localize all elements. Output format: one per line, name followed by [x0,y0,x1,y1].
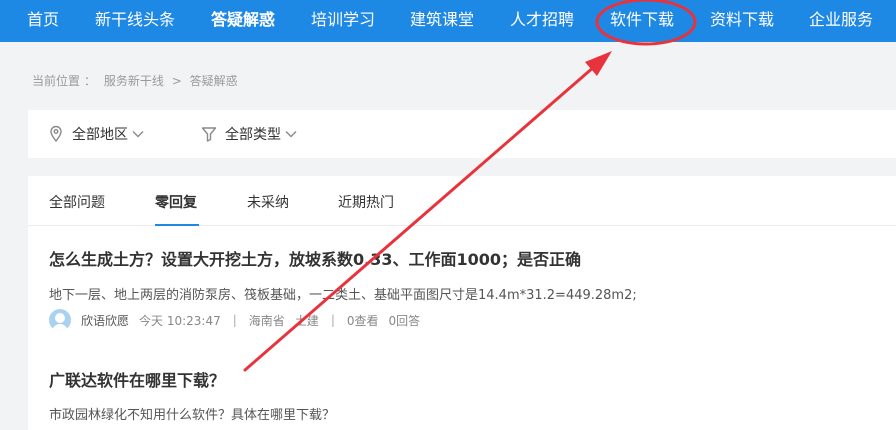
nav-item-jobs[interactable]: 人才招聘 [510,0,574,42]
question-description: 市政园林绿化不知用什么软件？具体在哪里下载？ [49,408,336,423]
region-filter-label: 全部地区 [72,127,128,143]
breadcrumb: 当前位置： 服务新干线 > 答疑解惑 [32,72,242,89]
meta-divider: | [232,313,237,327]
region-filter-dropdown[interactable]: 全部地区 [48,110,152,158]
question-time: 今天 10:23:47 [139,313,221,328]
nav-item-training[interactable]: 培训学习 [311,0,375,42]
question-region: 海南省 [248,313,285,328]
breadcrumb-colon: ： [84,74,97,88]
breadcrumb-prefix: 当前位置 [32,74,81,88]
meta-divider: | [330,313,335,327]
breadcrumb-arrow: > [171,74,182,88]
type-filter-label: 全部类型 [225,127,281,143]
location-pin-icon [50,125,62,143]
nav-item-classroom[interactable]: 建筑课堂 [410,0,474,42]
tab-unadopted[interactable]: 未采纳 [247,192,289,212]
question-meta: 欣语欣愿 今天 10:23:47 | 海南省 土建 | 0查看 0回答 [49,309,420,331]
filter-bar: 全部地区 全部类型 [28,110,896,158]
tab-zero-replies[interactable]: 零回复 [155,192,197,212]
type-filter-dropdown[interactable]: 全部类型 [201,110,305,158]
nav-item-software-download[interactable]: 软件下载 [610,0,674,42]
question-list-panel: 全部问题 零回复 未采纳 近期热门 怎么生成土方？设置大开挖土方，放坡系数0.3… [28,176,896,430]
question-author[interactable]: 欣语欣愿 [81,312,129,329]
question-tabs: 全部问题 零回复 未采纳 近期热门 [28,176,896,226]
nav-item-enterprise[interactable]: 企业服务 [809,0,873,42]
tab-all-questions[interactable]: 全部问题 [49,192,105,212]
active-tab-underline [155,224,199,226]
question-views: 0查看 [346,313,379,328]
top-nav-bar: 首页 新干线头条 答疑解惑 培训学习 建筑课堂 人才招聘 软件下载 资料下载 企… [0,0,896,42]
nav-item-docs-download[interactable]: 资料下载 [710,0,774,42]
avatar[interactable] [49,309,71,331]
nav-item-qa[interactable]: 答疑解惑 [211,0,275,42]
breadcrumb-home-link[interactable]: 服务新干线 [104,74,164,88]
annotation-arrow-head [585,51,612,76]
question-answers: 0回答 [388,313,421,328]
funnel-icon [201,127,217,142]
nav-item-home[interactable]: 首页 [27,0,59,42]
breadcrumb-current: 答疑解惑 [189,74,238,88]
question-category: 土建 [294,313,319,328]
question-title[interactable]: 广联达软件在哪里下载？ [49,367,225,391]
chevron-down-icon [132,131,144,138]
question-description: 地下一层、地上两层的消防泵房、筏板基础，一二类土、基础平面图尺寸是14.4m*3… [49,288,637,303]
chevron-down-icon [285,131,297,138]
tab-recent-hot[interactable]: 近期热门 [338,192,394,212]
nav-item-headlines[interactable]: 新干线头条 [95,0,175,42]
question-title[interactable]: 怎么生成土方？设置大开挖土方，放坡系数0.33、工作面1000；是否正确 [49,246,581,270]
